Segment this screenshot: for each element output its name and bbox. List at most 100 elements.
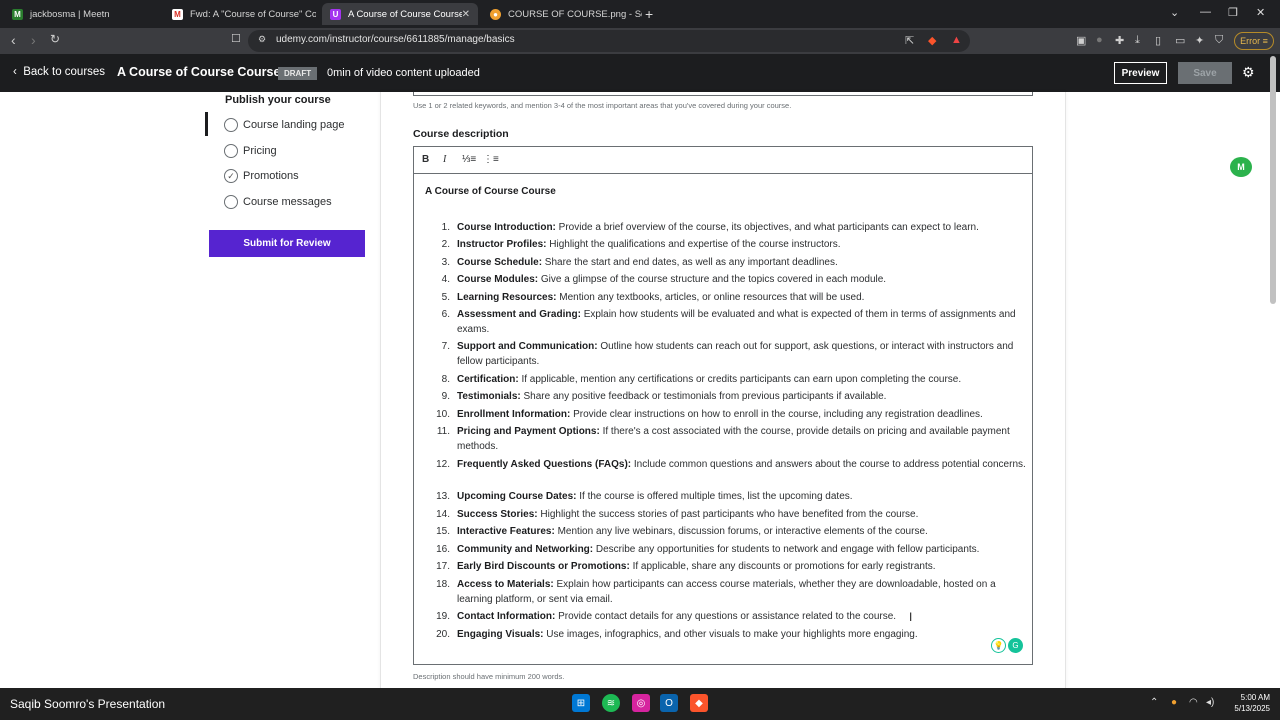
forward-icon[interactable]: › <box>31 32 36 48</box>
close-icon[interactable]: ✕ <box>462 9 470 20</box>
sidebar-item-promotions[interactable]: ✓ Promotions <box>224 169 299 183</box>
list-item-text: Early Bird Discounts or Promotions: If a… <box>457 559 1029 574</box>
mouse-cursor-icon: I <box>909 610 913 624</box>
list-item-number: 14. <box>436 509 450 520</box>
download-icon[interactable]: ⤓ <box>1135 34 1140 47</box>
list-item-text: Learning Resources: Mention any textbook… <box>457 290 1029 305</box>
save-button[interactable]: Save <box>1178 62 1232 84</box>
check-circle-icon: ✓ <box>224 169 238 183</box>
tab-gmail[interactable]: M Fwd: A "Course of Course" Course - <box>164 3 316 25</box>
brave-icon[interactable]: ◆ <box>690 694 708 712</box>
extension-2-icon[interactable]: ● <box>1096 34 1103 46</box>
list-item-number: 5. <box>441 292 450 303</box>
reload-icon[interactable]: ↻ <box>50 32 60 46</box>
lightbulb-icon[interactable]: 💡 <box>991 638 1006 653</box>
share-icon[interactable]: ⇱ <box>905 34 914 47</box>
bold-icon[interactable]: B <box>422 154 429 165</box>
list-item-number: 17. <box>436 561 450 572</box>
window-close-icon[interactable]: ✕ <box>1256 6 1265 19</box>
list-item-body: Mention any live webinars, discussion fo… <box>554 526 928 537</box>
list-item-number: 20. <box>436 629 450 640</box>
tab-search-icon[interactable]: ⌄ <box>1170 6 1179 19</box>
upload-status: 0min of video content uploaded <box>327 67 480 79</box>
list-item-body: Describe any opportunities for students … <box>593 544 980 555</box>
instagram-icon[interactable]: ◎ <box>632 694 650 712</box>
tab-squoosh[interactable]: ● COURSE OF COURSE.png - Squoosh <box>482 3 642 25</box>
brave-rewards-icon[interactable]: ▲ <box>951 34 962 46</box>
list-item-number: 12. <box>436 459 450 470</box>
list-item-title: Certification: <box>457 374 519 385</box>
list-item-text: Frequently Asked Questions (FAQs): Inclu… <box>457 457 1029 472</box>
new-tab-icon[interactable]: + <box>645 6 653 22</box>
list-item-body: If the course is offered multiple times,… <box>576 491 853 502</box>
browser-tab-bar: M jackbosma | Meetn M Fwd: A "Course of … <box>0 0 1280 28</box>
tab-udemy[interactable]: U A Course of Course Course Co ✕ <box>322 3 478 25</box>
url-field[interactable]: udemy.com/instructor/course/6611885/mana… <box>276 34 515 45</box>
course-description-editor[interactable]: B I ⅓≡ ⋮≡ A Course of Course Course 1. Co… <box>413 146 1033 665</box>
status-badge: DRAFT <box>278 67 318 80</box>
list-item-number: 9. <box>441 391 450 402</box>
volume-icon[interactable]: ◂) <box>1206 697 1214 708</box>
list-item-title: Contact Information: <box>457 611 556 622</box>
list-item-title: Pricing and Payment Options: <box>457 426 600 437</box>
list-item-text: Pricing and Payment Options: If there's … <box>457 424 1029 454</box>
list-item-title: Instructor Profiles: <box>457 239 547 250</box>
course-title: A Course of Course Course <box>117 65 281 79</box>
list-item-number: 8. <box>441 374 450 385</box>
microphone-icon[interactable]: ● <box>1171 697 1177 708</box>
list-item-title: Community and Networking: <box>457 544 594 555</box>
bookmark-icon[interactable]: ☐ <box>231 32 241 45</box>
sidebar-item-pricing[interactable]: Pricing <box>224 144 277 158</box>
error-label: Error <box>1240 36 1261 46</box>
sidebar-item-course-landing-page[interactable]: Course landing page <box>224 118 345 132</box>
sidebar-item-label: Course messages <box>243 196 332 208</box>
system-clock[interactable]: 5:00 AM 5/13/2025 <box>1218 692 1270 714</box>
bulleted-list-icon[interactable]: ⋮≡ <box>483 154 499 165</box>
keywords-field-edge[interactable] <box>413 92 1033 96</box>
numbered-list-icon[interactable]: ⅓≡ <box>462 154 476 165</box>
list-item-number: 13. <box>436 491 450 502</box>
site-info-icon[interactable]: ⚙ <box>258 34 266 45</box>
list-item-text: Course Schedule: Share the start and end… <box>457 255 1029 270</box>
list-item-body: Share any positive feedback or testimoni… <box>520 391 887 402</box>
tab-title: A Course of Course Course Co <box>348 8 462 20</box>
editor-assist-icons: 💡 G <box>989 638 1023 653</box>
page-scrollbar[interactable] <box>1270 56 1276 304</box>
list-item-body: Provide clear instructions on how to enr… <box>570 409 983 420</box>
list-item-title: Course Modules: <box>457 274 539 285</box>
leo-icon[interactable]: ✦ <box>1195 34 1204 47</box>
grammarly-icon[interactable]: G <box>1008 638 1023 653</box>
outlook-icon[interactable]: O <box>660 694 678 712</box>
wifi-icon[interactable]: ◠ <box>1189 697 1198 708</box>
error-button[interactable]: Error ≡ <box>1234 32 1274 50</box>
meetn-extension-icon[interactable]: M <box>1230 157 1252 177</box>
list-item-number: 3. <box>441 257 450 268</box>
udemy-icon: U <box>330 8 341 20</box>
minimize-icon[interactable]: — <box>1200 6 1211 18</box>
list-item-text: Instructor Profiles: Highlight the quali… <box>457 237 1029 252</box>
vpn-icon[interactable]: ⛉ <box>1215 34 1223 47</box>
presenter-label: Saqib Soomro's Presentation <box>10 697 166 711</box>
gear-icon[interactable]: ⚙ <box>1242 64 1255 81</box>
tray-overflow-icon[interactable]: ⌃ <box>1150 697 1158 708</box>
windows-start-icon[interactable]: ⊞ <box>572 694 590 712</box>
italic-icon[interactable]: I <box>443 154 446 165</box>
extension-icon[interactable]: ▣ <box>1076 34 1086 47</box>
restore-icon[interactable]: ❐ <box>1228 6 1238 19</box>
submit-for-review-button[interactable]: Submit for Review <box>209 230 365 257</box>
tab-meetn[interactable]: M jackbosma | Meetn <box>4 3 164 25</box>
sidebar-toggle-icon[interactable]: ▯ <box>1155 34 1161 47</box>
squoosh-icon: ● <box>490 8 501 20</box>
puzzle-icon[interactable]: ✚ <box>1115 34 1124 47</box>
back-to-courses-link[interactable]: ‹ Back to courses <box>13 66 105 78</box>
preview-button[interactable]: Preview <box>1114 62 1167 84</box>
sidebar-item-course-messages[interactable]: Course messages <box>224 195 332 209</box>
clock-time: 5:00 AM <box>1240 693 1270 702</box>
spotify-icon[interactable]: ≋ <box>602 694 620 712</box>
back-label: Back to courses <box>23 66 106 78</box>
sidebar-item-label: Course landing page <box>243 119 345 131</box>
wallet-icon[interactable]: ▭ <box>1175 34 1185 47</box>
back-icon[interactable]: ‹ <box>11 32 16 48</box>
brave-shields-icon[interactable]: ◆ <box>928 34 936 47</box>
list-item-title: Frequently Asked Questions (FAQs): <box>457 459 632 470</box>
